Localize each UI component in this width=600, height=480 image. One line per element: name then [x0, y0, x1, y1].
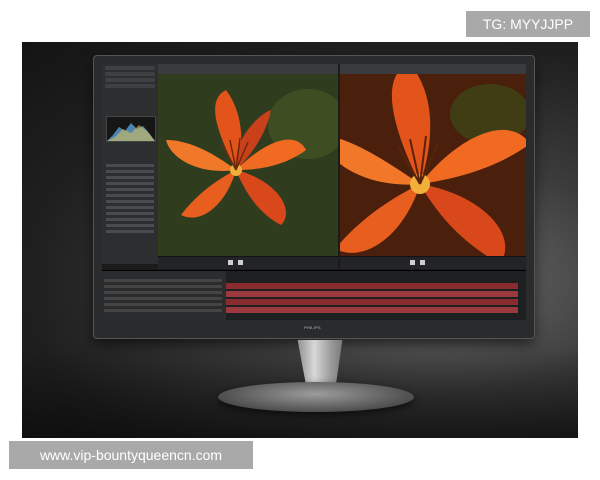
track-bar[interactable]: [226, 299, 518, 305]
panel-row: [105, 66, 155, 70]
histogram: [106, 116, 156, 142]
stop-icon[interactable]: [420, 260, 425, 265]
layer-list: [102, 271, 226, 320]
flower-image-right: [340, 74, 526, 256]
panel-row: [105, 72, 155, 76]
track-bar[interactable]: [226, 291, 518, 297]
url-watermark: www.vip-bountyqueencn.com: [9, 441, 253, 469]
viewer-right[interactable]: [340, 74, 526, 256]
layer-row[interactable]: [104, 291, 222, 294]
layer-row[interactable]: [104, 309, 222, 312]
layer-row[interactable]: [104, 285, 222, 288]
viewer-right-transport: [340, 256, 526, 269]
list-item[interactable]: [106, 218, 154, 221]
panel-row: [105, 84, 155, 88]
monitor: PHILIPS: [94, 56, 534, 338]
monitor-stand-base: [218, 382, 414, 412]
list-item[interactable]: [106, 176, 154, 179]
list-item[interactable]: [106, 206, 154, 209]
list-item[interactable]: [106, 224, 154, 227]
panel-row: [105, 78, 155, 82]
play-icon[interactable]: [410, 260, 415, 265]
play-icon[interactable]: [228, 260, 233, 265]
viewer-left[interactable]: [158, 74, 338, 256]
track-bar[interactable]: [226, 307, 518, 313]
layer-row[interactable]: [104, 303, 222, 306]
list-item[interactable]: [106, 188, 154, 191]
viewer-left-transport: [158, 256, 338, 269]
list-item[interactable]: [106, 164, 154, 167]
layer-row[interactable]: [104, 279, 222, 282]
track-bar[interactable]: [226, 283, 518, 289]
list-item[interactable]: [106, 230, 154, 233]
tg-watermark: TG: MYYJJPP: [466, 11, 590, 37]
list-item[interactable]: [106, 170, 154, 173]
timeline-panel: [102, 270, 526, 320]
monitor-screen: [102, 64, 526, 320]
list-item[interactable]: [106, 200, 154, 203]
list-item[interactable]: [106, 212, 154, 215]
flower-image-left: [158, 74, 338, 256]
effects-panel: [102, 64, 159, 264]
timeline-tracks[interactable]: [226, 271, 526, 320]
monitor-brand: PHILIPS: [304, 325, 321, 330]
list-item[interactable]: [106, 182, 154, 185]
stop-icon[interactable]: [238, 260, 243, 265]
product-photo: PHILIPS: [22, 42, 578, 438]
layer-row[interactable]: [104, 297, 222, 300]
list-item[interactable]: [106, 194, 154, 197]
